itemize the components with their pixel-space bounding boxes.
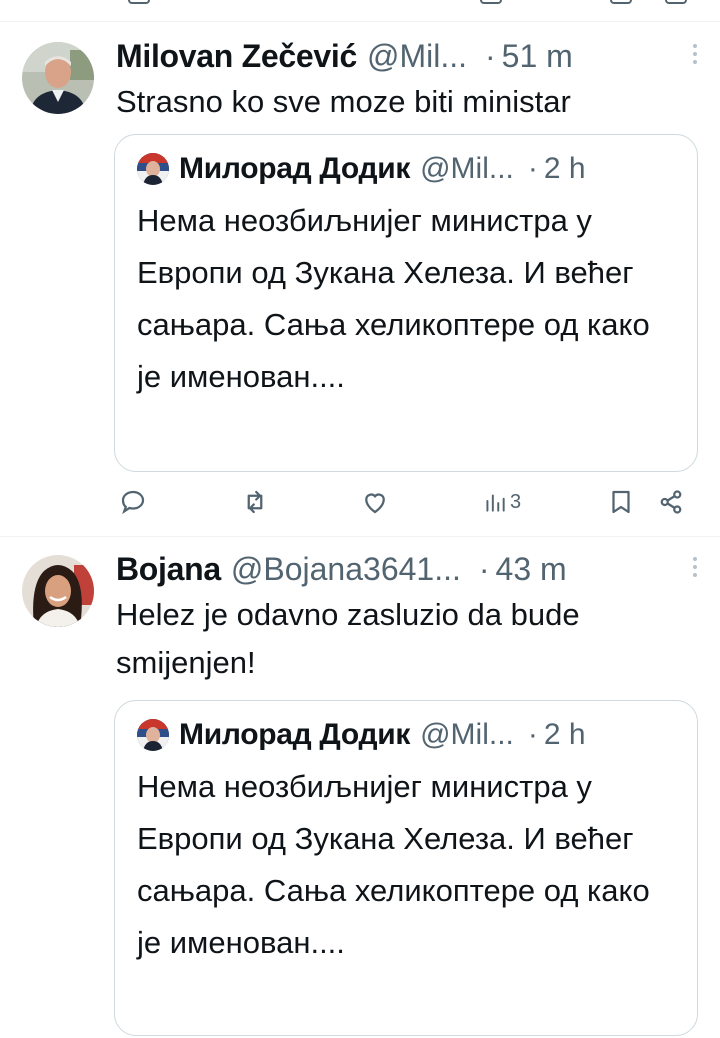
tweet-header: Milovan Zečević @Mil... · 51 m	[116, 36, 700, 76]
bookmark-icon[interactable]	[610, 0, 632, 4]
tweet-actions: 3	[110, 482, 710, 522]
quoted-avatar	[137, 719, 169, 751]
quoted-author-handle: @Mil...	[420, 718, 514, 751]
quoted-avatar	[137, 153, 169, 185]
views-count: 3	[510, 490, 522, 513]
reply-button[interactable]	[118, 482, 148, 522]
more-icon[interactable]	[690, 44, 700, 68]
share-icon[interactable]	[665, 0, 687, 4]
reply-icon[interactable]	[128, 0, 150, 4]
tweet-text: Strasno ko sve moze biti ministar	[116, 84, 571, 119]
previous-tweet-actions	[0, 0, 720, 22]
tweet-header: Bojana @Bojana3641... · 43 m	[116, 549, 700, 589]
author-handle[interactable]: @Mil...	[367, 36, 467, 76]
share-icon	[660, 490, 682, 514]
quoted-timestamp: 2 h	[543, 152, 586, 185]
tweet-text: Helez je odavno zasluzio da bude smijenj…	[116, 597, 580, 680]
separator: ·	[527, 718, 538, 751]
views-button[interactable]: 3	[482, 482, 521, 522]
quoted-tweet-text: Нема неозбиљнијег министра у Европи од З…	[137, 769, 650, 960]
quoted-tweet[interactable]: Милорад Додик @Mil... · 2 h Нема неозбиљ…	[114, 700, 698, 1036]
quoted-tweet-text: Нема неозбиљнијег министра у Европи од З…	[137, 203, 650, 394]
retweet-icon	[247, 490, 263, 514]
timestamp[interactable]: 51 m	[502, 36, 573, 76]
separator: ·	[484, 38, 496, 74]
quoted-author-handle: @Mil...	[420, 152, 514, 185]
quoted-author-name: Милорад Додик	[179, 152, 411, 185]
like-icon	[365, 493, 385, 514]
tweet[interactable]: Milovan Zečević @Mil... · 51 m Strasno k…	[0, 22, 720, 536]
views-icon[interactable]	[480, 0, 502, 4]
bookmark-button[interactable]	[606, 482, 636, 522]
timeline-feed: Milovan Zečević @Mil... · 51 m Strasno k…	[0, 0, 720, 1038]
author-handle[interactable]: @Bojana3641...	[231, 549, 461, 589]
share-button[interactable]	[656, 482, 686, 522]
avatar[interactable]	[22, 555, 94, 627]
separator: ·	[478, 551, 490, 587]
like-button[interactable]	[360, 482, 390, 522]
reply-icon	[121, 490, 145, 515]
views-icon	[486, 494, 505, 512]
separator: ·	[527, 152, 538, 185]
bookmark-icon	[612, 490, 630, 514]
author-name[interactable]: Milovan Zečević	[116, 36, 357, 76]
tweet[interactable]: Bojana @Bojana3641... · 43 m Helez je od…	[0, 537, 720, 1038]
quoted-tweet-header: Милорад Додик @Mil... · 2 h	[137, 151, 679, 187]
quoted-timestamp: 2 h	[543, 718, 586, 751]
quoted-author-name: Милорад Додик	[179, 718, 411, 751]
timestamp[interactable]: 43 m	[496, 549, 567, 589]
author-name[interactable]: Bojana	[116, 549, 221, 589]
quoted-tweet[interactable]: Милорад Додик @Mil... · 2 h Нема неозбиљ…	[114, 134, 698, 472]
retweet-button[interactable]	[240, 482, 270, 522]
more-icon[interactable]	[690, 557, 700, 581]
avatar[interactable]	[22, 42, 94, 114]
quoted-tweet-header: Милорад Додик @Mil... · 2 h	[137, 717, 679, 753]
